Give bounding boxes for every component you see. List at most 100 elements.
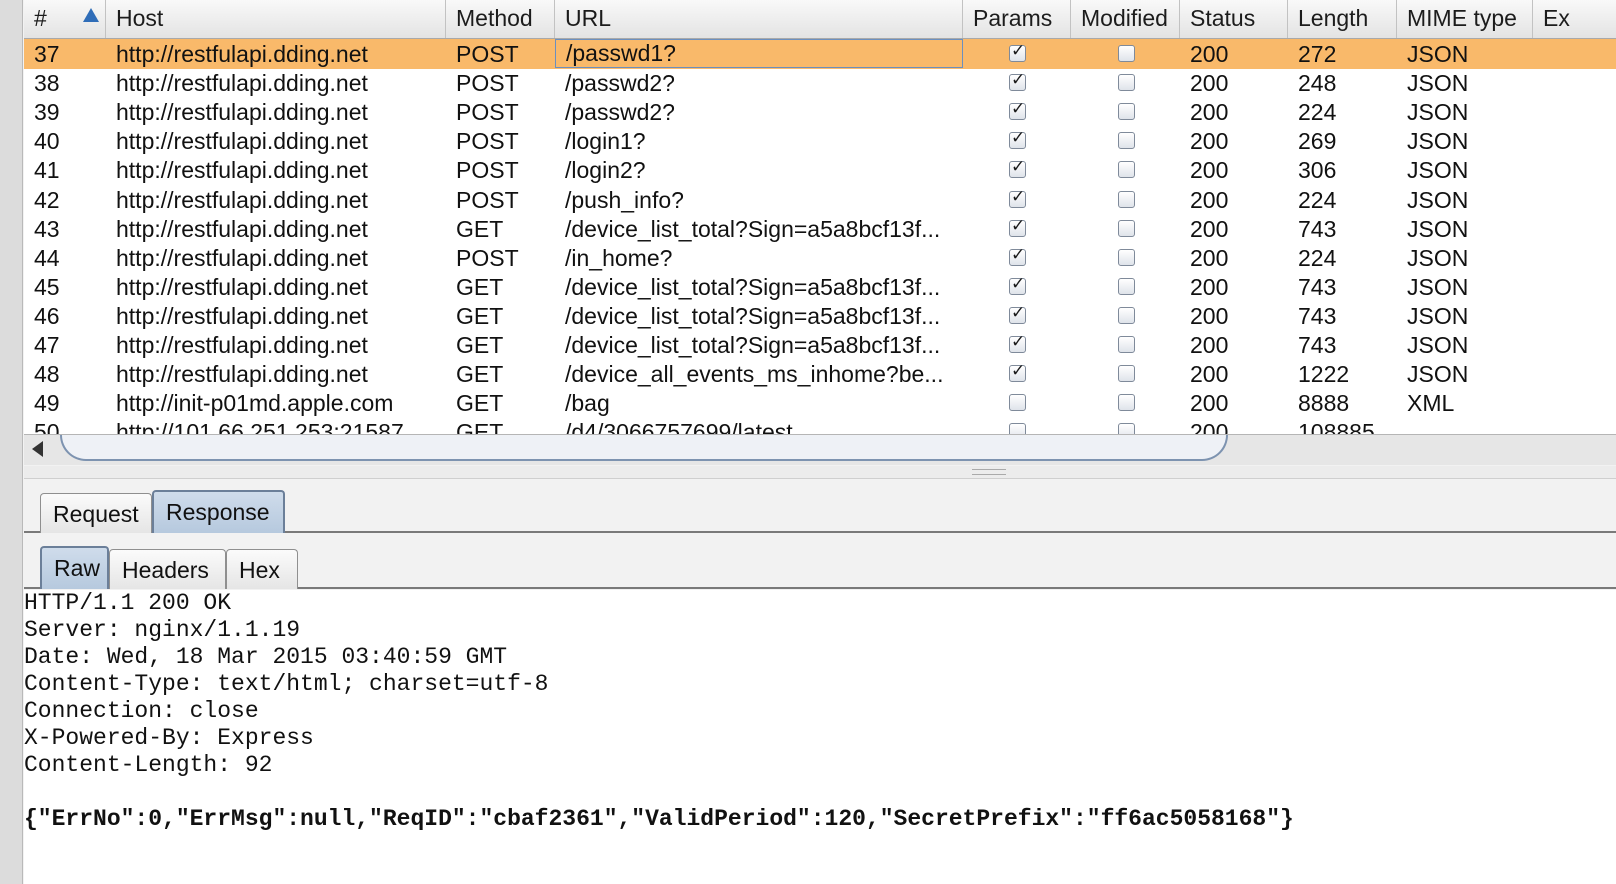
cell-method: POST xyxy=(456,244,519,271)
cell-host: http://restfulapi.dding.net xyxy=(116,302,368,329)
cell-length: 224 xyxy=(1298,244,1337,271)
table-row[interactable]: 44 http://restfulapi.dding.net POST/in_hom… xyxy=(24,243,1616,273)
cell-num: 41 xyxy=(34,157,60,184)
column-header-number-label: # xyxy=(34,5,47,31)
pane-splitter[interactable] xyxy=(24,466,1616,479)
cell-method: GET xyxy=(456,361,504,388)
cell-method: GET xyxy=(456,332,504,358)
column-header-host[interactable]: Host xyxy=(106,0,446,38)
tab-request-label: Request xyxy=(53,501,139,527)
response-status-line: HTTP/1.1 200 OK xyxy=(24,590,232,616)
table-row[interactable]: 45 http://restfulapi.dding.net GET/device_… xyxy=(24,272,1616,302)
column-header-params[interactable]: Params xyxy=(963,0,1071,38)
modified-checkbox-icon xyxy=(1118,132,1135,150)
http-history-table: # Host Method URL Params Modified Status… xyxy=(24,0,1616,446)
params-checkbox-icon xyxy=(1009,216,1026,237)
column-header-extension[interactable]: Ex xyxy=(1533,0,1616,38)
message-tabs: Request Response xyxy=(24,479,1616,533)
cell-url: /device_list_total?Sign=a5a8bcf13f... xyxy=(565,332,941,358)
tab-headers-label: Headers xyxy=(122,557,209,583)
modified-checkbox-icon xyxy=(1118,394,1135,412)
cell-url: /login2? xyxy=(565,157,646,184)
modified-checkbox-icon xyxy=(1118,306,1135,324)
modified-checkbox-icon xyxy=(1118,103,1135,121)
cell-url: /device_list_total?Sign=a5a8bcf13f... xyxy=(565,273,941,300)
cell-length: 224 xyxy=(1298,99,1337,126)
column-header-length-label: Length xyxy=(1298,5,1369,31)
params-checkbox-icon xyxy=(1009,70,1026,92)
table-row[interactable]: 38 http://restfulapi.dding.net POST/passwd… xyxy=(24,68,1616,98)
cell-length: 8888 xyxy=(1298,390,1350,417)
column-header-status[interactable]: Status xyxy=(1180,0,1288,38)
column-header-length[interactable]: Length xyxy=(1288,0,1397,38)
splitter-grip-icon[interactable] xyxy=(972,469,1006,475)
cell-mime: JSON xyxy=(1407,361,1469,388)
cell-num: 45 xyxy=(34,273,60,300)
cell-num: 40 xyxy=(34,128,60,155)
table-row[interactable]: 43 http://restfulapi.dding.net GET/device_… xyxy=(24,214,1616,244)
params-checkbox-icon xyxy=(1009,361,1026,383)
params-checkbox-icon xyxy=(1009,394,1026,412)
cell-method: POST xyxy=(456,70,519,97)
response-header-line: Content-Length: 92 xyxy=(24,752,273,778)
cell-length: 743 xyxy=(1298,332,1337,358)
cell-url: /passwd1? xyxy=(555,39,963,68)
tab-headers[interactable]: Headers xyxy=(109,549,226,589)
column-header-method[interactable]: Method xyxy=(446,0,555,38)
cell-method: POST xyxy=(456,99,519,126)
cell-status: 200 xyxy=(1190,302,1229,329)
table-row[interactable]: 41 http://restfulapi.dding.net POST/login2… xyxy=(24,155,1616,185)
cell-mime: JSON xyxy=(1407,244,1469,271)
table-row[interactable]: 46 http://restfulapi.dding.net GET/device_… xyxy=(24,301,1616,331)
table-row[interactable]: 47 http://restfulapi.dding.net GET/device_… xyxy=(24,330,1616,360)
cell-host: http://init-p01md.apple.com xyxy=(116,390,394,417)
cell-method: POST xyxy=(456,128,519,155)
cell-host: http://restfulapi.dding.net xyxy=(116,41,368,67)
tab-hex-label: Hex xyxy=(239,557,280,583)
tab-hex[interactable]: Hex xyxy=(226,549,298,589)
cell-host: http://restfulapi.dding.net xyxy=(116,128,368,155)
column-header-extension-label: Ex xyxy=(1543,5,1570,31)
cell-host: http://restfulapi.dding.net xyxy=(116,70,368,97)
cell-length: 743 xyxy=(1298,273,1337,300)
tab-request[interactable]: Request xyxy=(40,493,152,533)
tab-response-label: Response xyxy=(166,499,270,525)
tab-response[interactable]: Response xyxy=(152,490,285,533)
params-checkbox-icon xyxy=(1009,274,1026,295)
cell-status: 200 xyxy=(1190,99,1229,126)
table-row[interactable]: 49 http://init-p01md.apple.com GET/bag 200 8… xyxy=(24,388,1616,418)
scrollbar-thumb[interactable] xyxy=(60,435,1228,461)
modified-checkbox-icon xyxy=(1118,74,1135,92)
table-row[interactable]: 42 http://restfulapi.dding.net POST/push_i… xyxy=(24,185,1616,215)
cell-mime: JSON xyxy=(1407,157,1469,184)
table-row[interactable]: 48 http://restfulapi.dding.net GET/device_… xyxy=(24,359,1616,389)
table-row[interactable]: 37 http://restfulapi.dding.net POST/passwd… xyxy=(24,39,1616,69)
tab-raw[interactable]: Raw xyxy=(40,546,109,589)
cell-url: /login1? xyxy=(565,128,646,155)
cell-method: GET xyxy=(456,302,504,329)
response-header-line: X-Powered-By: Express xyxy=(24,725,314,751)
cell-length: 743 xyxy=(1298,215,1337,242)
column-header-params-label: Params xyxy=(973,5,1053,31)
params-checkbox-icon xyxy=(1009,99,1026,121)
cell-host: http://restfulapi.dding.net xyxy=(116,361,368,388)
cell-length: 269 xyxy=(1298,128,1337,155)
raw-response-view[interactable]: HTTP/1.1 200 OK Server: nginx/1.1.19 Dat… xyxy=(24,590,1616,884)
column-header-modified[interactable]: Modified xyxy=(1071,0,1180,38)
cell-url: /device_list_total?Sign=a5a8bcf13f... xyxy=(565,215,941,242)
cell-mime: JSON xyxy=(1407,332,1469,358)
cell-status: 200 xyxy=(1190,244,1229,271)
cell-url: /push_info? xyxy=(565,186,684,213)
scroll-left-arrow-icon[interactable] xyxy=(32,441,43,457)
cell-host: http://restfulapi.dding.net xyxy=(116,332,368,358)
params-checkbox-icon xyxy=(1009,41,1026,62)
cell-num: 42 xyxy=(34,186,60,213)
cell-length: 1222 xyxy=(1298,361,1350,388)
table-row[interactable]: 39 http://restfulapi.dding.net POST/passwd… xyxy=(24,97,1616,127)
horizontal-scrollbar[interactable] xyxy=(24,434,1616,465)
column-header-mime-type[interactable]: MIME type xyxy=(1397,0,1533,38)
response-header-line: Connection: close xyxy=(24,698,259,724)
table-row[interactable]: 40 http://restfulapi.dding.net POST/login1… xyxy=(24,126,1616,156)
cell-mime: JSON xyxy=(1407,215,1469,242)
column-header-url[interactable]: URL xyxy=(555,0,963,38)
